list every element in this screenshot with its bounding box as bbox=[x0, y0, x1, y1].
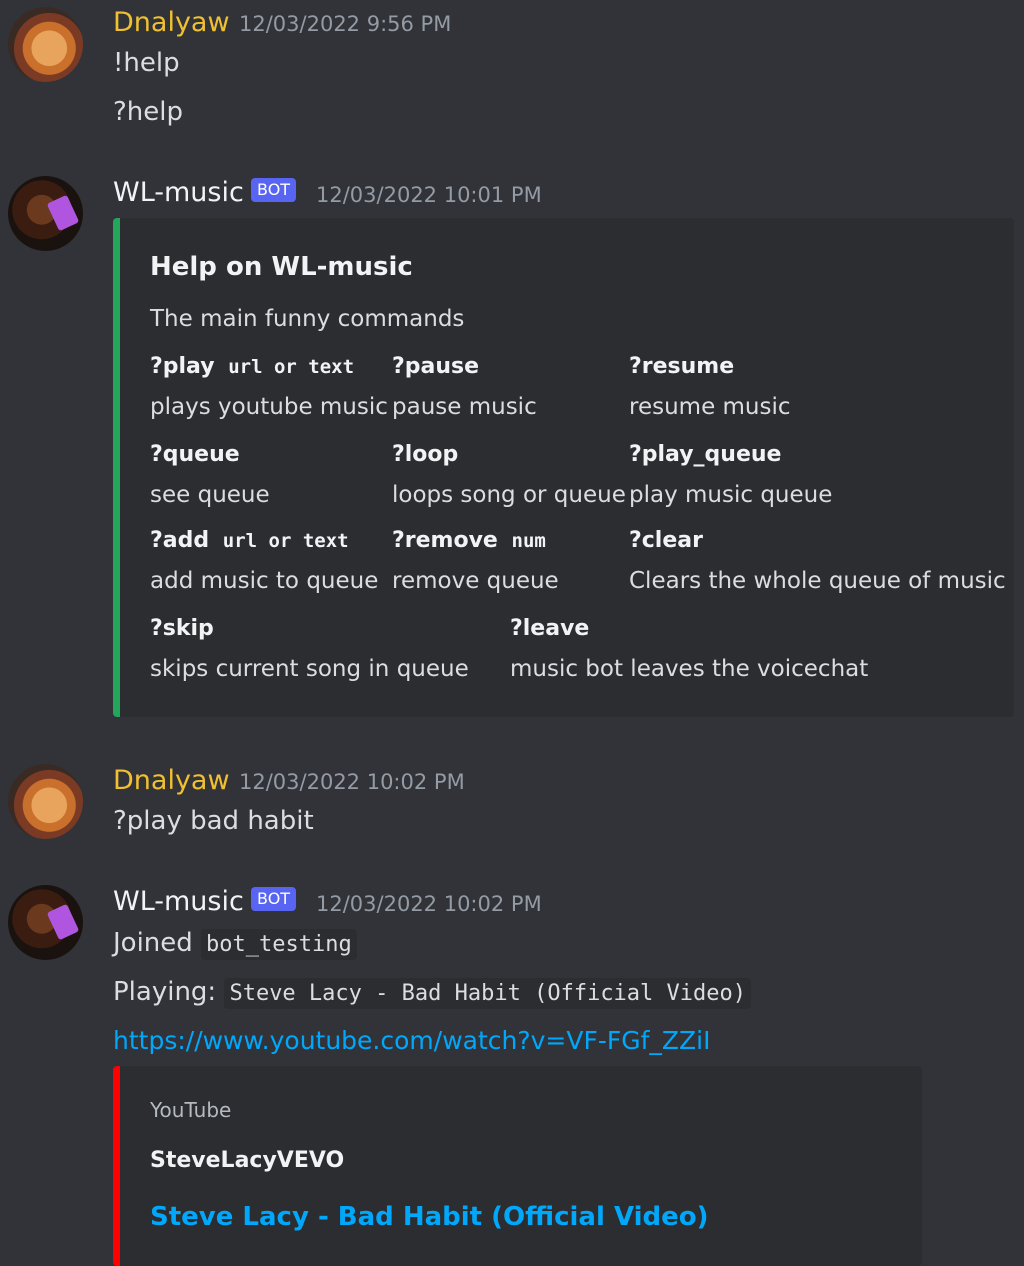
field-value: skips current song in queue bbox=[150, 656, 469, 682]
field-value: add music to queue bbox=[150, 568, 379, 594]
embed-title: Help on WL-music bbox=[150, 252, 413, 282]
field-value: Clears the whole queue of music bbox=[629, 568, 1006, 594]
author-name[interactable]: Dnalyaw bbox=[113, 765, 230, 796]
embed-description: The main funny commands bbox=[150, 306, 465, 332]
avatar-dnalyaw[interactable] bbox=[8, 7, 83, 82]
field-name: ?leave bbox=[510, 616, 590, 641]
author-name[interactable]: WL-music bbox=[113, 886, 244, 917]
message-text: ?help bbox=[113, 97, 184, 127]
message-timestamp[interactable]: 12/03/2022 10:02 PM bbox=[316, 892, 542, 916]
bot-badge: BOT bbox=[251, 178, 297, 202]
command-arg: num bbox=[505, 526, 552, 556]
joined-line: Joined bot_testing bbox=[113, 928, 357, 960]
command-arg: url or text bbox=[216, 526, 355, 556]
embed-field: ?add url or text add music to queue bbox=[150, 526, 379, 594]
field-value: resume music bbox=[629, 394, 791, 420]
field-name: ?remove num bbox=[392, 526, 559, 568]
field-name: ?play url or text bbox=[150, 352, 388, 394]
embed-field: ?loop loops song or queue bbox=[392, 442, 626, 508]
command-name: ?play bbox=[150, 354, 215, 379]
joined-label: Joined bbox=[113, 928, 193, 958]
bot-badge: BOT bbox=[251, 887, 297, 911]
embed-author[interactable]: SteveLacyVEVO bbox=[150, 1148, 344, 1173]
avatar-wl-music[interactable] bbox=[8, 885, 83, 960]
boombox-icon bbox=[46, 903, 80, 941]
message-timestamp[interactable]: 12/03/2022 10:01 PM bbox=[316, 183, 542, 207]
author-name[interactable]: Dnalyaw bbox=[113, 7, 230, 38]
help-embed: Help on WL-music The main funny commands… bbox=[113, 218, 1014, 717]
playing-label: Playing: bbox=[113, 977, 217, 1007]
embed-field: ?skip skips current song in queue bbox=[150, 616, 469, 682]
message-timestamp[interactable]: 12/03/2022 10:02 PM bbox=[239, 770, 465, 794]
command-name: ?add bbox=[150, 528, 210, 553]
embed-field: ?clear Clears the whole queue of music bbox=[629, 528, 1006, 594]
command-name: ?remove bbox=[392, 528, 498, 553]
field-value: see queue bbox=[150, 482, 270, 508]
message-text: !help bbox=[113, 48, 180, 78]
playing-title-code: Steve Lacy - Bad Habit (Official Video) bbox=[224, 978, 752, 1009]
embed-provider[interactable]: YouTube bbox=[150, 1098, 231, 1122]
embed-field: ?play url or text plays youtube music bbox=[150, 352, 388, 420]
field-name: ?pause bbox=[392, 354, 480, 379]
field-name: ?loop bbox=[392, 442, 459, 467]
embed-field: ?leave music bot leaves the voicechat bbox=[510, 616, 868, 682]
field-name: ?add url or text bbox=[150, 526, 378, 568]
field-value: loops song or queue bbox=[392, 482, 626, 508]
field-name: ?clear bbox=[629, 528, 703, 553]
boombox-icon bbox=[46, 194, 80, 232]
field-value: pause music bbox=[392, 394, 537, 420]
field-name: ?resume bbox=[629, 354, 735, 379]
channel-code: bot_testing bbox=[201, 929, 357, 960]
embed-field: ?pause pause music bbox=[392, 354, 537, 420]
avatar-dnalyaw[interactable] bbox=[8, 764, 83, 839]
embed-field: ?play_queue play music queue bbox=[629, 442, 832, 508]
field-name: ?queue bbox=[150, 442, 240, 467]
embed-field: ?remove num remove queue bbox=[392, 526, 559, 594]
youtube-embed: YouTube SteveLacyVEVO Steve Lacy - Bad H… bbox=[113, 1066, 922, 1266]
author-name[interactable]: WL-music bbox=[113, 177, 244, 208]
message-timestamp[interactable]: 12/03/2022 9:56 PM bbox=[239, 12, 451, 36]
field-value: music bot leaves the voicechat bbox=[510, 656, 869, 682]
field-value: play music queue bbox=[629, 482, 833, 508]
command-arg: url or text bbox=[222, 352, 361, 382]
field-name: ?play_queue bbox=[629, 442, 782, 467]
avatar-wl-music[interactable] bbox=[8, 176, 83, 251]
embed-field: ?queue see queue bbox=[150, 442, 270, 508]
embed-video-title[interactable]: Steve Lacy - Bad Habit (Official Video) bbox=[150, 1202, 709, 1232]
embed-field: ?resume resume music bbox=[629, 354, 791, 420]
youtube-link[interactable]: https://www.youtube.com/watch?v=VF-FGf_Z… bbox=[113, 1026, 711, 1055]
field-name: ?skip bbox=[150, 616, 214, 641]
message-text: ?play bad habit bbox=[113, 806, 314, 836]
field-value: plays youtube music bbox=[150, 394, 388, 420]
playing-line: Playing: Steve Lacy - Bad Habit (Officia… bbox=[113, 977, 752, 1009]
field-value: remove queue bbox=[392, 568, 559, 594]
